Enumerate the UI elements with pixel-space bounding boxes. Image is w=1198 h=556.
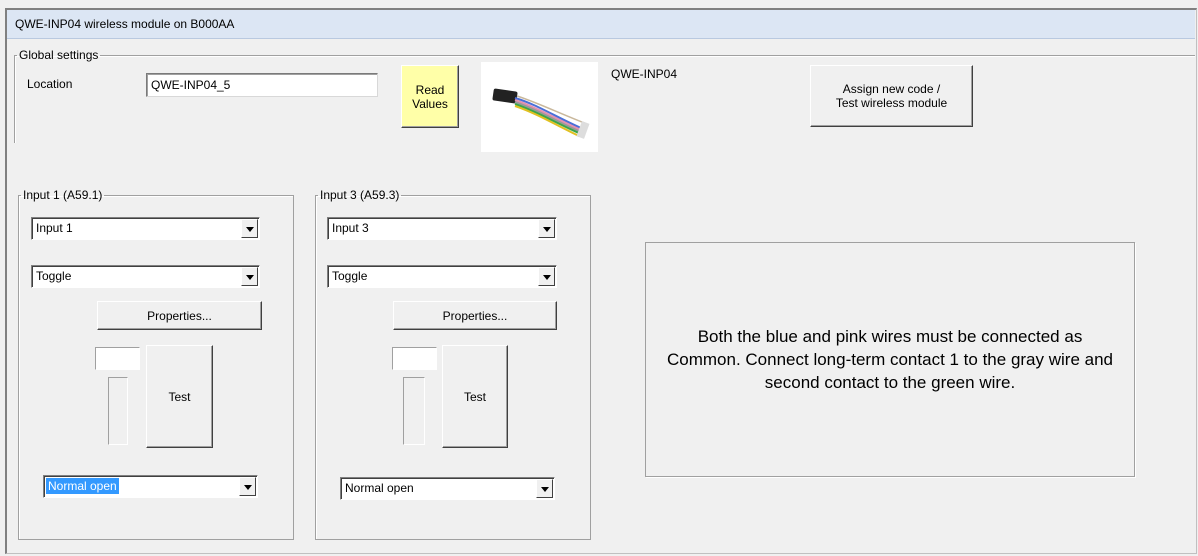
chevron-down-icon[interactable] (536, 479, 553, 498)
read-values-button[interactable]: Read Values (401, 65, 459, 128)
chevron-down-icon[interactable] (538, 267, 555, 286)
location-input[interactable] (146, 73, 378, 97)
input1-mode-value: Toggle (36, 269, 72, 283)
window-titlebar: QWE-INP04 wireless module on B000AA (7, 10, 1195, 39)
read-values-label-line1: Read (415, 82, 445, 97)
window-title: QWE-INP04 wireless module on B000AA (15, 17, 235, 31)
location-label: Location (27, 77, 73, 91)
input3-counter-field (392, 347, 437, 370)
wiring-info-box: Both the blue and pink wires must be con… (645, 242, 1135, 477)
input1-counter-field (95, 347, 140, 370)
input1-contact-value: Normal open (46, 478, 119, 494)
chevron-down-icon[interactable] (239, 477, 256, 496)
chevron-down-icon[interactable] (538, 219, 555, 238)
input3-legend: Input 3 (A59.3) (320, 188, 400, 202)
assign-code-label-line2: Test wireless module (835, 96, 948, 110)
input1-mode-select[interactable]: Toggle (31, 265, 260, 288)
input3-status-indicator (403, 377, 425, 445)
module-image (481, 62, 598, 152)
wiring-info-text: Both the blue and pink wires must be con… (667, 327, 1113, 392)
input3-name-select[interactable]: Input 3 (327, 217, 557, 240)
assign-code-button[interactable]: Assign new code / Test wireless module (810, 65, 973, 127)
input3-name-value: Input 3 (332, 221, 369, 235)
input3-mode-select[interactable]: Toggle (327, 265, 557, 288)
read-values-label-line2: Values (412, 96, 448, 111)
input1-status-indicator (108, 377, 128, 445)
input3-mode-value: Toggle (332, 269, 368, 283)
assign-code-label-line1: Assign new code / (842, 82, 941, 96)
input1-contact-select[interactable]: Normal open (43, 475, 258, 498)
input3-contact-value: Normal open (345, 481, 414, 495)
chevron-down-icon[interactable] (241, 267, 258, 286)
input1-name-value: Input 1 (36, 221, 73, 235)
input1-name-select[interactable]: Input 1 (31, 217, 260, 240)
input1-test-button[interactable]: Test (146, 345, 213, 448)
input1-properties-button[interactable]: Properties... (97, 301, 262, 330)
module-name: QWE-INP04 (611, 67, 678, 81)
wire-harness-image (492, 88, 590, 139)
global-settings-legend: Global settings (19, 48, 99, 62)
chevron-down-icon[interactable] (241, 219, 258, 238)
input3-properties-button[interactable]: Properties... (393, 301, 557, 330)
input3-test-button[interactable]: Test (442, 345, 508, 448)
input1-legend: Input 1 (A59.1) (23, 188, 103, 202)
input3-contact-select[interactable]: Normal open (340, 477, 555, 500)
